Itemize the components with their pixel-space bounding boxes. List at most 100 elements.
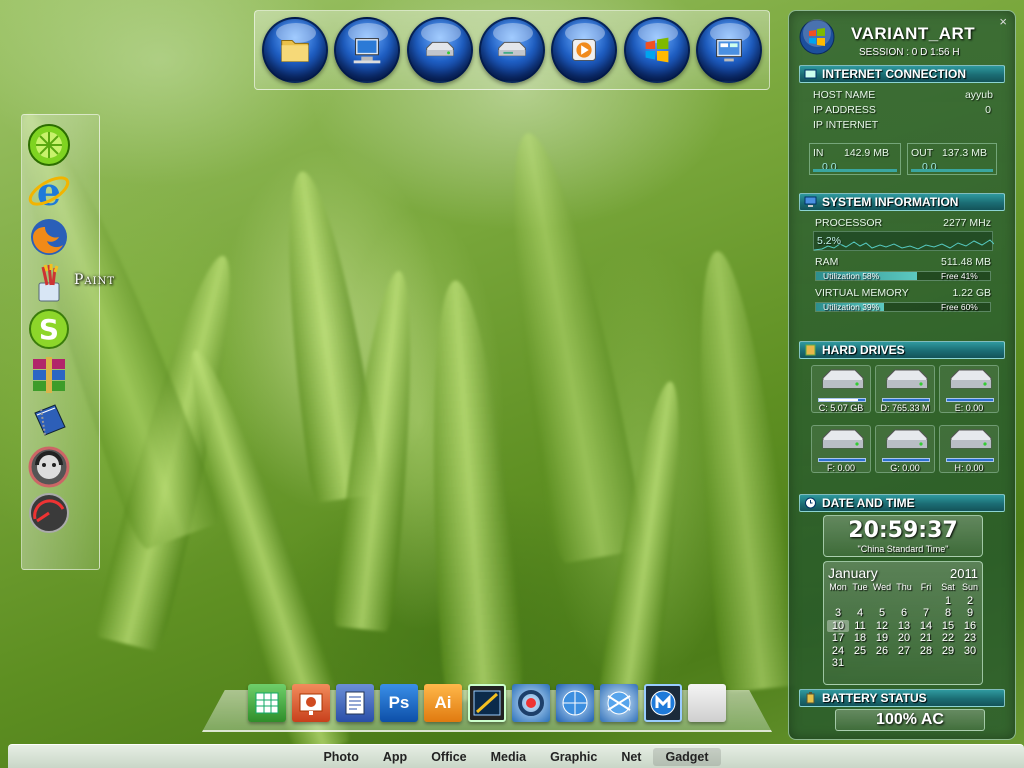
calendar-day[interactable]: 17 <box>827 632 849 644</box>
calendar-day[interactable]: 31 <box>827 657 849 669</box>
drive-tile[interactable]: F: 0.00 <box>811 425 871 473</box>
windows-orb-icon[interactable] <box>799 19 835 55</box>
calendar-day[interactable]: 26 <box>871 645 893 657</box>
vm-utilization: Utilization 39% <box>823 302 880 312</box>
calendar-day[interactable]: 16 <box>959 620 981 632</box>
hard-drive-icon <box>950 429 992 449</box>
illustrator-icon[interactable]: Ai <box>424 684 462 722</box>
system-gadget-panel: VARIANT_ART SESSION : 0 D 1:56 H × INTER… <box>788 10 1016 740</box>
hard-drives-header: HARD DRIVES <box>799 341 1005 359</box>
powerpoint-icon[interactable] <box>292 684 330 722</box>
ip-address-value: 0 <box>985 104 991 116</box>
photoshop-icon[interactable]: Ps <box>380 684 418 722</box>
internet-explorer-icon[interactable]: e <box>27 169 71 214</box>
control-panel-icon[interactable] <box>695 17 762 83</box>
paint-icon[interactable] <box>27 261 71 305</box>
notebook-icon[interactable] <box>27 399 71 443</box>
calendar-day[interactable]: 9 <box>959 607 981 619</box>
drive-usage-bar <box>818 458 866 462</box>
category-tab-bar: Photo App Office Media Graphic Net Gadget <box>8 744 1024 768</box>
drive-usage-bar <box>818 398 866 402</box>
calendar-day[interactable]: 10 <box>827 619 849 633</box>
calendar-day[interactable]: 2 <box>959 595 981 607</box>
drive-tile[interactable]: G: 0.00 <box>875 425 935 473</box>
calendar-day[interactable]: 20 <box>893 632 915 644</box>
calendar-day[interactable]: 5 <box>871 607 893 619</box>
speedometer-icon[interactable] <box>27 491 71 535</box>
steam-icon[interactable] <box>512 684 550 722</box>
calendar-weekday: Mon <box>829 582 847 592</box>
network-globe-icon[interactable] <box>600 684 638 722</box>
photoshop-label: Ps <box>388 693 410 712</box>
calendar-day[interactable]: 3 <box>827 607 849 619</box>
my-computer-icon[interactable] <box>334 17 401 83</box>
tab-graphic[interactable]: Graphic <box>538 748 609 766</box>
graph-window-icon[interactable] <box>468 684 506 722</box>
calendar-day[interactable]: 11 <box>849 620 871 632</box>
calendar-day <box>893 595 915 607</box>
calendar-day[interactable]: 25 <box>849 645 871 657</box>
excel-icon[interactable] <box>248 684 286 722</box>
windows-logo-icon[interactable] <box>623 17 690 83</box>
calendar-day[interactable]: 27 <box>893 645 915 657</box>
close-icon[interactable]: × <box>999 14 1007 29</box>
calendar-day[interactable]: 8 <box>937 607 959 619</box>
calendar-month[interactable]: January <box>828 565 878 581</box>
system-information-header: SYSTEM INFORMATION <box>799 193 1005 211</box>
ram-free: Free 41% <box>941 271 978 281</box>
datetime-header-label: DATE AND TIME <box>822 496 915 510</box>
calendar-day <box>915 595 937 607</box>
session-label: SESSION : 0 D 1:56 H <box>859 47 960 58</box>
limewire-icon[interactable] <box>27 123 71 167</box>
calendar-day[interactable]: 12 <box>871 620 893 632</box>
tab-photo[interactable]: Photo <box>311 748 370 766</box>
drive-tile[interactable]: C: 5.07 GB <box>811 365 871 413</box>
calendar-day[interactable]: 24 <box>827 645 849 657</box>
settings-globe-icon[interactable] <box>556 684 594 722</box>
calendar-day[interactable]: 21 <box>915 632 937 644</box>
clock-timezone: "China Standard Time" <box>857 544 949 554</box>
calendar-day[interactable]: 14 <box>915 620 937 632</box>
calendar-day <box>827 595 849 607</box>
calendar-day[interactable]: 23 <box>959 632 981 644</box>
internet-header-label: INTERNET CONNECTION <box>822 67 966 81</box>
calendar-day[interactable]: 1 <box>937 595 959 607</box>
removable-drive-icon[interactable] <box>478 17 545 83</box>
drive-icon[interactable] <box>406 17 473 83</box>
calendar-day[interactable]: 6 <box>893 607 915 619</box>
virtual-memory-value: 1.22 GB <box>952 287 991 299</box>
calendar-day[interactable]: 30 <box>959 645 981 657</box>
calendar-day[interactable]: 29 <box>937 645 959 657</box>
maxthon-icon[interactable] <box>644 684 682 722</box>
tab-media[interactable]: Media <box>479 748 538 766</box>
tab-app[interactable]: App <box>371 748 419 766</box>
calendar-day[interactable]: 22 <box>937 632 959 644</box>
drive-tile[interactable]: H: 0.00 <box>939 425 999 473</box>
media-player-icon[interactable] <box>551 17 618 83</box>
calendar-day[interactable]: 4 <box>849 607 871 619</box>
calendar-day[interactable]: 28 <box>915 645 937 657</box>
tab-office[interactable]: Office <box>419 748 478 766</box>
drive-tile[interactable]: E: 0.00 <box>939 365 999 413</box>
calendar-day[interactable]: 15 <box>937 620 959 632</box>
word-icon[interactable] <box>336 684 374 722</box>
calendar-day[interactable]: 7 <box>915 607 937 619</box>
tab-gadget[interactable]: Gadget <box>653 747 721 766</box>
skype-icon[interactable]: S <box>27 307 71 351</box>
drive-label: F: 0.00 <box>826 463 855 473</box>
calendar-day[interactable]: 18 <box>849 632 871 644</box>
calendar-year[interactable]: 2011 <box>950 566 978 581</box>
drive-tile[interactable]: D: 765.33 M <box>875 365 935 413</box>
blank-doc-icon[interactable] <box>688 684 726 722</box>
winrar-icon[interactable] <box>27 353 71 397</box>
calendar-day[interactable]: 13 <box>893 620 915 632</box>
folder-icon[interactable] <box>262 17 329 83</box>
battery-header-label: BATTERY STATUS <box>822 691 927 705</box>
calendar-weekday: Fri <box>920 582 932 592</box>
ram-label: RAM <box>815 256 839 268</box>
napster-icon[interactable] <box>27 445 71 489</box>
tab-net[interactable]: Net <box>609 748 653 766</box>
firefox-icon[interactable] <box>27 215 71 259</box>
calendar-day[interactable]: 19 <box>871 632 893 644</box>
top-dock <box>254 10 770 90</box>
